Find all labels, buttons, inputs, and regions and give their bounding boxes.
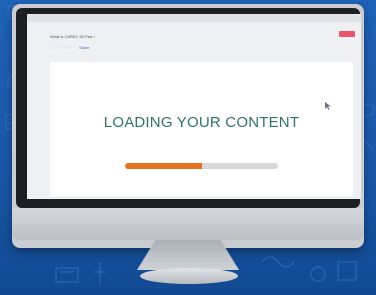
loading-message: LOADING YOUR CONTENT: [103, 114, 300, 131]
mouse-cursor-icon: [325, 102, 331, 110]
monitor-chin: [12, 208, 364, 240]
monitor-screen: What is CAREC 90 Part I ☆ ☆ ☆ ☆ ☆ Share …: [27, 14, 361, 199]
star-icon[interactable]: ☆: [64, 45, 68, 50]
progress-bar-fill: [125, 163, 202, 169]
rating-row: ☆ ☆ ☆ ☆ ☆ Share: [50, 45, 90, 50]
star-icon[interactable]: ☆: [50, 45, 54, 50]
progress-bar: [125, 163, 278, 169]
share-link[interactable]: Share: [79, 45, 90, 50]
status-badge[interactable]: [339, 31, 355, 37]
monitor-stand-base: [140, 268, 238, 284]
star-icon[interactable]: ☆: [55, 45, 59, 50]
content-panel: LOADING YOUR CONTENT: [50, 62, 353, 196]
star-icon[interactable]: ☆: [59, 45, 63, 50]
browser-top-bar: [27, 14, 361, 22]
course-title: What is CAREC 90 Part I: [50, 34, 95, 39]
star-icon[interactable]: ☆: [68, 45, 72, 50]
